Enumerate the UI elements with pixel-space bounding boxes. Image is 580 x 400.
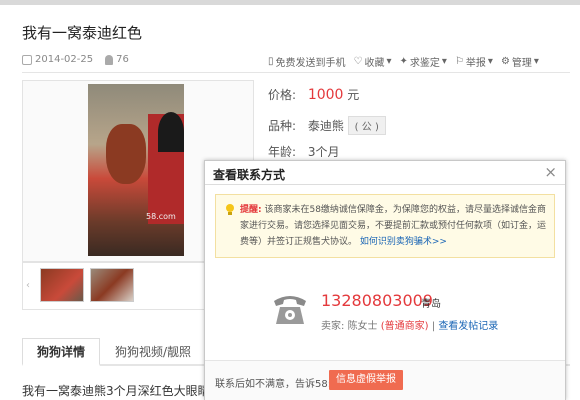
post-history-link[interactable]: 查看发帖记录	[438, 321, 498, 332]
safety-warning: 提醒: 该商家未在58缴纳诚信保障金，为保障您的权益，请尽量选择诚信金商家进行交…	[215, 194, 555, 258]
seller-line: 卖家: 陈女士 (普通商家) | 查看发帖记录	[321, 317, 498, 332]
contact-info: 13280803009 青岛 卖家: 陈女士 (普通商家) | 查看发帖记录	[205, 281, 565, 341]
scam-help-link[interactable]: 如何识别卖狗骗术>>	[360, 237, 447, 247]
telephone-icon	[274, 296, 306, 324]
false-info-report-button[interactable]: 信息虚假举报	[329, 370, 403, 390]
dialog-footer: 联系后如不满意，告诉58: 信息虚假举报	[205, 360, 565, 400]
warning-label: 提醒:	[240, 205, 262, 215]
seller-label: 卖家:	[321, 321, 345, 332]
city-label: 青岛	[421, 299, 441, 310]
dialog-title: 查看联系方式	[213, 168, 286, 182]
dialog-header: 查看联系方式 ×	[205, 161, 565, 185]
warning-text-block: 提醒: 该商家未在58缴纳诚信保障金，为保障您的权益，请尽量选择诚信金商家进行交…	[240, 202, 552, 250]
phone-number: 13280803009	[321, 291, 433, 310]
seller-name: 陈女士	[347, 321, 378, 332]
seller-type: (普通商家)	[380, 321, 429, 332]
lightbulb-icon	[226, 204, 234, 215]
footer-text: 联系后如不满意，告诉58:	[215, 379, 332, 390]
contact-dialog: 查看联系方式 × 提醒: 该商家未在58缴纳诚信保障金，为保障您的权益，请尽量选…	[204, 160, 566, 400]
close-icon[interactable]: ×	[544, 163, 557, 181]
